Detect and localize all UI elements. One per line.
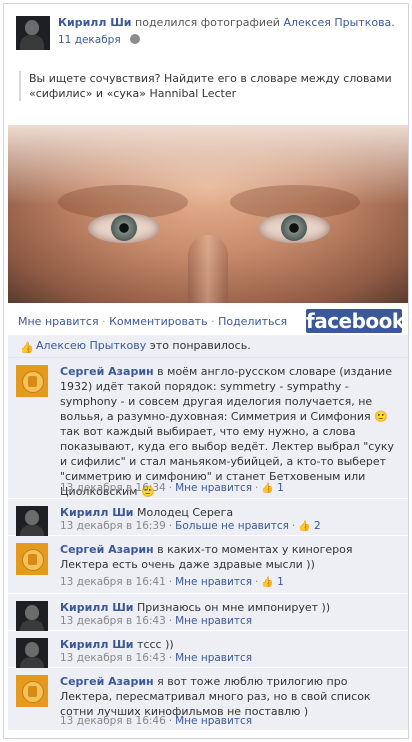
comment-meta: 13 декабря в 16:34 · Мне нравится · 👍 1 (60, 482, 284, 494)
commenter-avatar[interactable] (16, 601, 48, 633)
left-eye (88, 213, 160, 243)
comment-like-link[interactable]: Мне нравится (175, 482, 252, 494)
likes-summary: 👍 Алексею Прыткову это понравилось. (8, 335, 408, 358)
comment-author[interactable]: Сергей Азарин (60, 675, 154, 688)
like-link[interactable]: Мне нравится (18, 315, 99, 328)
commenter-avatar[interactable] (16, 675, 48, 707)
comment-item: Кирилл Ши Молодец Серега 13 декабря в 16… (8, 499, 408, 538)
post-header: Кирилл Ши поделился фотографией Алексея … (16, 16, 406, 56)
comment-like-count[interactable]: 1 (277, 576, 284, 588)
comment-body: Сергей Азарин в каких-то моментах у кино… (60, 542, 402, 572)
facebook-logo[interactable]: facebook (306, 309, 405, 333)
comments-list: Сергей Азарин в моём англо-русском слова… (8, 358, 408, 731)
comment-body: Сергей Азарин в моём англо-русском слова… (60, 364, 402, 499)
comment-text: Молодец Серега (137, 506, 234, 519)
right-iris (281, 215, 307, 241)
comment-time[interactable]: 13 декабря в 16:46 (60, 715, 166, 727)
commenter-avatar[interactable] (16, 638, 48, 670)
comment-link[interactable]: Комментировать (109, 315, 207, 328)
comment-time[interactable]: 13 декабря в 16:43 (60, 652, 166, 664)
comment-body: Кирилл Ши Молодец Серега (60, 505, 402, 520)
comment-like-link[interactable]: Мне нравится (175, 715, 252, 727)
comment-like-link[interactable]: Мне нравится (175, 576, 252, 588)
comment-time[interactable]: 13 декабря в 16:41 (60, 576, 166, 588)
comment-text: в моём англо-русском словаре (издание 19… (60, 365, 394, 498)
commenter-avatar[interactable] (16, 506, 48, 538)
comment-item: Кирилл Ши Признаюсь он мне импонирует ))… (8, 594, 408, 633)
post-actions: Мне нравится · Комментировать · Поделить… (18, 315, 287, 328)
post-meta: 11 декабря (58, 34, 140, 46)
comment-time[interactable]: 13 декабря в 16:43 (60, 615, 166, 627)
comment-author[interactable]: Сергей Азарин (60, 543, 154, 556)
thumbs-up-icon: 👍 (261, 483, 274, 494)
share-link[interactable]: Поделиться (218, 315, 287, 328)
post-date[interactable]: 11 декабря (58, 34, 121, 46)
comment-author[interactable]: Кирилл Ши (60, 601, 134, 614)
action-text: поделился фотографией (135, 16, 280, 29)
comment-text: тссс )) (137, 638, 174, 651)
comment-item: Сергей Азарин в каких-то моментах у кино… (8, 536, 408, 594)
nose (188, 235, 228, 303)
commenter-avatar[interactable] (16, 543, 48, 575)
liker-name[interactable]: Алексею Прыткову (36, 339, 146, 352)
comment-like-link[interactable]: Больше не нравится (175, 520, 289, 532)
poster-name[interactable]: Кирилл Ши (58, 16, 132, 29)
globe-icon (130, 34, 140, 44)
left-iris (111, 215, 137, 241)
comment-like-count[interactable]: 1 (277, 482, 284, 494)
thumbs-up-icon: 👍 (261, 577, 274, 588)
poster-avatar[interactable] (16, 16, 50, 50)
comment-author[interactable]: Кирилл Ши (60, 506, 134, 519)
comment-meta: 13 декабря в 16:39 · Больше не нравится · 👍 … (60, 520, 321, 532)
separator: · (102, 315, 106, 328)
poster-line: Кирилл Ши поделился фотографией Алексея … (58, 16, 395, 29)
right-eye (258, 213, 330, 243)
comment-item: Сергей Азарин в моём англо-русском слова… (8, 358, 408, 499)
comment-meta: 13 декабря в 16:43 · Мне нравится (60, 615, 253, 627)
comment-time[interactable]: 13 декабря в 16:34 (60, 482, 166, 494)
comment-like-count[interactable]: 2 (314, 520, 321, 532)
likes-suffix: это понравилось. (146, 339, 251, 352)
comment-like-link[interactable]: Мне нравится (175, 615, 252, 627)
comment-item: Кирилл Ши тссс )) 13 декабря в 16:43 · Мне… (8, 631, 408, 670)
comment-author[interactable]: Кирилл Ши (60, 638, 134, 651)
post-photo[interactable] (8, 125, 408, 303)
comment-author[interactable]: Сергей Азарин (60, 365, 154, 378)
thumbs-up-icon: 👍 (20, 341, 34, 354)
comment-time[interactable]: 13 декабря в 16:39 (60, 520, 166, 532)
post-quote: Вы ищете сочувствия? Найдите его в слова… (19, 71, 408, 101)
comment-body: Сергей Азарин я вот тоже люблю трилогию … (60, 674, 402, 719)
post-card: Кирилл Ши поделился фотографией Алексея … (3, 3, 409, 739)
thumbs-up-icon: 👍 (298, 521, 311, 532)
comment-like-link[interactable]: Мне нравится (175, 652, 252, 664)
comment-meta: 13 декабря в 16:43 · Мне нравится (60, 652, 253, 664)
comment-body: Кирилл Ши тссс )) (60, 637, 402, 652)
comment-text: Признаюсь он мне импонирует )) (137, 601, 331, 614)
comment-body: Кирилл Ши Признаюсь он мне импонирует )) (60, 600, 402, 615)
comment-item: Сергей Азарин я вот тоже люблю трилогию … (8, 668, 408, 731)
photo-owner-link[interactable]: Алексея Прыткова. (283, 16, 394, 29)
comment-meta: 13 декабря в 16:41 · Мне нравится · 👍 1 (60, 576, 284, 588)
separator: · (211, 315, 215, 328)
comment-meta: 13 декабря в 16:46 · Мне нравится (60, 715, 253, 727)
commenter-avatar[interactable] (16, 365, 48, 397)
